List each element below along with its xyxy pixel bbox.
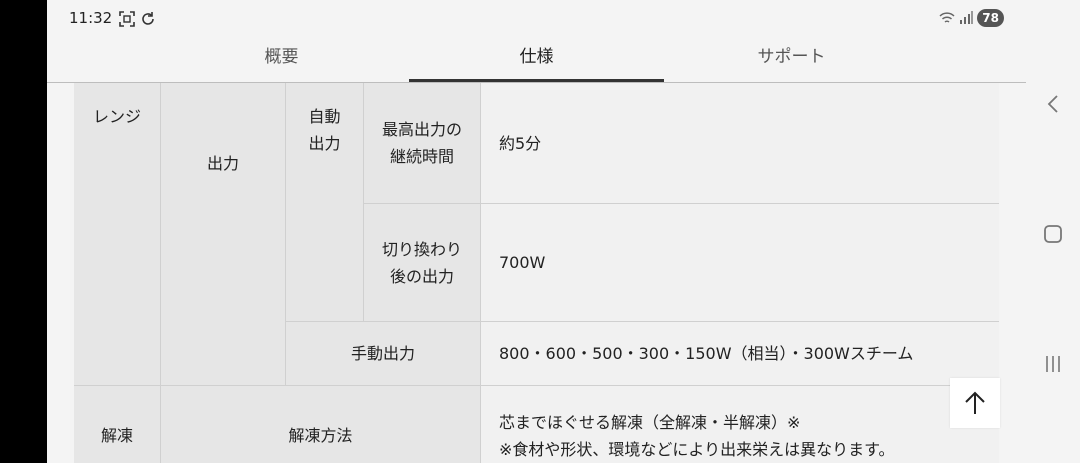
defrost-method-label: 解凍方法 [160, 385, 480, 463]
screenshot-icon [119, 11, 135, 27]
max-output-duration-value: 約5分 [480, 83, 999, 203]
after-switch-value: 700W [480, 203, 999, 321]
status-icons-right: 78 [939, 9, 1004, 27]
status-bar: 11:32 78 [47, 0, 1026, 36]
manual-output-value: 800・600・500・300・150W（相当）・300Wスチーム [480, 321, 999, 385]
signal-icon [960, 11, 974, 24]
output-label: 出力 [160, 83, 285, 385]
app-screen: 11:32 78 概要 仕様 サポート レンジ 出力 自動出力 最高出力の継続時… [47, 0, 1026, 463]
defrost-method-line1: 芯までほぐせる解凍（全解凍・半解凍）※ [499, 412, 801, 432]
recents-icon [1046, 356, 1060, 372]
active-tab-indicator [409, 79, 664, 82]
nav-recents-button[interactable] [1026, 350, 1080, 378]
defrost-method-line2: ※食材や形状、環境などにより出来栄えは異なります。 [499, 439, 895, 459]
after-switch-label: 切り換わり後の出力 [363, 203, 480, 321]
spec-table: レンジ 出力 自動出力 最高出力の継続時間 約5分 切り換わり後の出力 700W… [74, 83, 999, 463]
tab-overview[interactable]: 概要 [154, 36, 409, 82]
tab-support[interactable]: サポート [664, 36, 919, 82]
home-icon [1044, 225, 1062, 243]
auto-output-label: 自動出力 [285, 83, 363, 321]
tab-bar: 概要 仕様 サポート [47, 36, 1026, 83]
defrost-method-value: 芯までほぐせる解凍（全解凍・半解凍）※ ※食材や形状、環境などにより出来栄えは異… [480, 385, 999, 463]
status-time: 11:32 [69, 9, 113, 27]
system-nav-bar [1026, 0, 1080, 463]
category-range: レンジ [74, 83, 160, 385]
wifi-icon [939, 12, 955, 23]
back-icon [1047, 95, 1058, 113]
nav-back-button[interactable] [1026, 90, 1080, 118]
manual-output-label: 手動出力 [285, 321, 480, 385]
battery-indicator: 78 [977, 9, 1004, 27]
nav-home-button[interactable] [1026, 220, 1080, 248]
max-output-duration-label: 最高出力の継続時間 [363, 83, 480, 203]
arrow-up-icon [965, 391, 985, 414]
category-defrost: 解凍 [74, 385, 160, 463]
sync-icon [142, 12, 154, 25]
tab-specs[interactable]: 仕様 [409, 36, 664, 82]
scroll-to-top-button[interactable] [950, 378, 1000, 428]
status-icons-left [119, 11, 156, 27]
